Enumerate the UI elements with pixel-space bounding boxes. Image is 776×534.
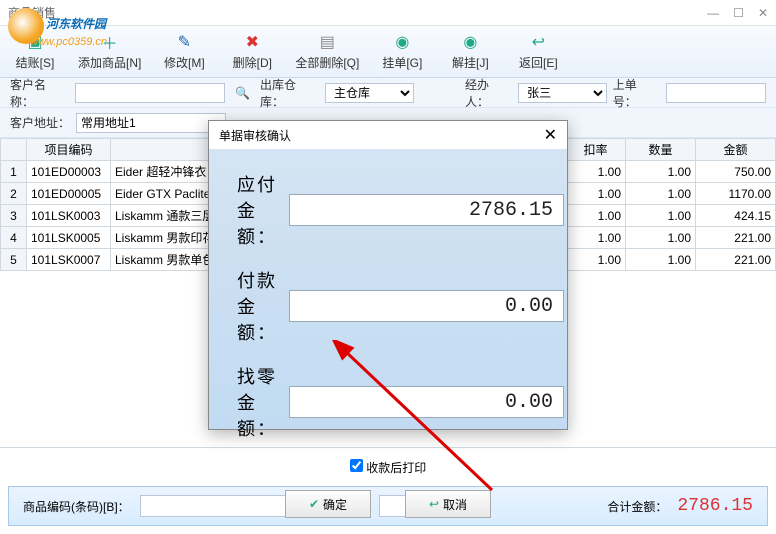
ok-button[interactable]: ✔确定 — [285, 490, 371, 518]
print-checkbox[interactable] — [350, 459, 363, 472]
dialog-titlebar: 单据审核确认 ✕ — [209, 121, 567, 149]
paid-label: 付款金额： — [237, 267, 277, 345]
check-icon: ✔ — [309, 497, 319, 511]
dialog-title: 单据审核确认 — [219, 127, 291, 144]
confirm-dialog: 单据审核确认 ✕ 应付金额： 付款金额： 找零金额： 收款后打印 ✔确定 ↩取消 — [208, 120, 568, 430]
change-input[interactable] — [289, 386, 564, 418]
print-checkbox-label[interactable]: 收款后打印 — [350, 460, 427, 475]
payable-input[interactable] — [289, 194, 564, 226]
payable-label: 应付金额： — [237, 171, 277, 249]
dialog-close-icon[interactable]: ✕ — [544, 125, 557, 145]
cancel-button[interactable]: ↩取消 — [405, 490, 491, 518]
change-label: 找零金额： — [237, 363, 277, 441]
cancel-icon: ↩ — [429, 497, 439, 511]
paid-input[interactable] — [289, 290, 564, 322]
